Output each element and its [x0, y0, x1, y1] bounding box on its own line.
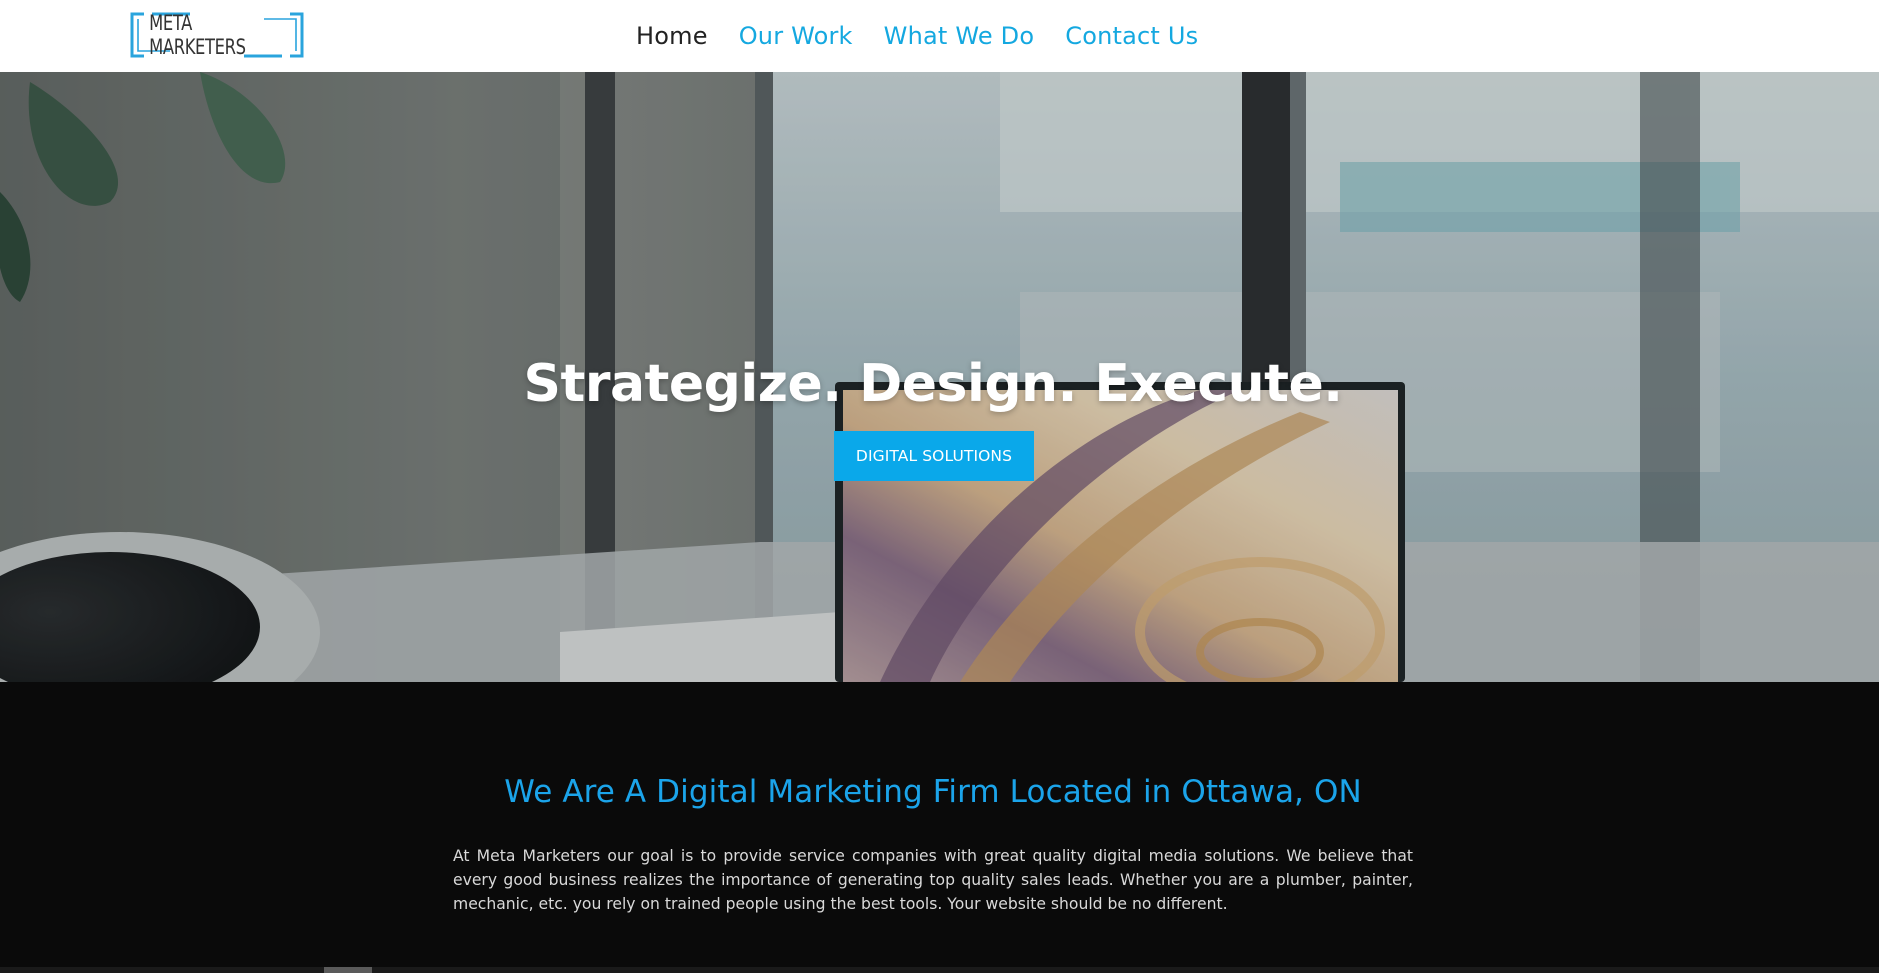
hero-section: Strategize. Design. Execute. DIGITAL SOL…	[0, 72, 1879, 682]
nav-our-work[interactable]: Our Work	[739, 22, 853, 50]
site-header: META MARKETERS Home Our Work What We Do …	[0, 0, 1879, 72]
about-heading: We Are A Digital Marketing Firm Located …	[504, 774, 1362, 810]
logo-text: META MARKETERS	[149, 11, 246, 59]
about-paragraph: At Meta Marketers our goal is to provide…	[453, 847, 1413, 913]
nav-home[interactable]: Home	[636, 22, 708, 50]
site-logo[interactable]: META MARKETERS	[130, 11, 304, 59]
about-section: We Are A Digital Marketing Firm Located …	[0, 682, 1879, 973]
digital-solutions-button[interactable]: DIGITAL SOLUTIONS	[834, 431, 1034, 481]
main-nav: Home Our Work What We Do Contact Us	[636, 18, 1198, 54]
hero-title: Strategize. Design. Execute.	[523, 354, 1343, 414]
nav-what-we-do[interactable]: What We Do	[884, 22, 1035, 50]
next-section-edge	[0, 967, 1879, 973]
nav-contact-us[interactable]: Contact Us	[1065, 22, 1198, 50]
scroll-tab	[324, 967, 372, 973]
